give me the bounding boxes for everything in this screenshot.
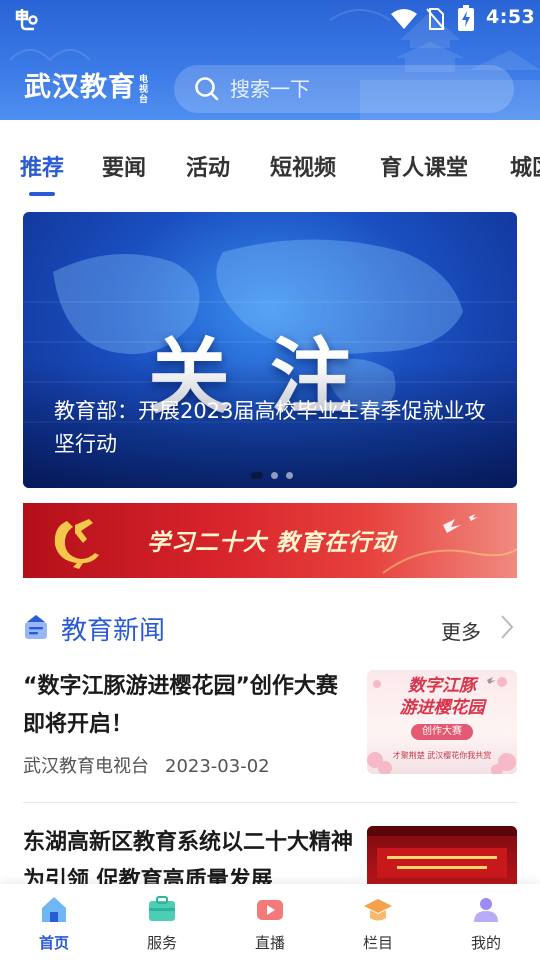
- live-icon: [257, 900, 283, 920]
- news-title: “数字江豚游进樱花园”创作大赛即将开启！: [23, 674, 338, 737]
- news-date: 2023-03-02: [165, 756, 270, 777]
- status-time: 4:53: [486, 6, 536, 28]
- news-section-header: 教育新闻 更多: [23, 606, 517, 650]
- carousel-dot[interactable]: [286, 472, 293, 479]
- status-bar: 4:53: [0, 0, 540, 38]
- profile-icon: [474, 898, 498, 922]
- bottom-navigation: 首页 服务 直播 栏目 我的: [0, 884, 540, 960]
- carousel-dot-active[interactable]: [251, 472, 263, 479]
- brand-name: 武汉教育: [24, 72, 136, 103]
- hero-carousel[interactable]: 关注 教育部：开展2023届高校毕业生春季促就业攻坚行动: [23, 212, 517, 488]
- active-tab-indicator: [29, 192, 55, 196]
- search-input[interactable]: [230, 77, 480, 101]
- category-tabs: 推荐 要闻 活动 短视频 育人课堂 城区: [0, 120, 540, 200]
- section-title: 教育新闻: [61, 616, 166, 646]
- nav-label: 直播: [254, 934, 285, 952]
- nav-home[interactable]: 首页: [0, 884, 108, 960]
- nav-live[interactable]: 直播: [216, 884, 324, 960]
- news-source: 武汉教育电视台: [23, 756, 149, 777]
- search-icon: [195, 77, 219, 101]
- banner-caption: 教育部：开展2023届高校毕业生春季促就业攻坚行动: [54, 399, 486, 456]
- carousel-pagination: [251, 472, 293, 480]
- services-icon: [149, 896, 175, 921]
- news-meta: 武汉教育电视台 2023-03-02: [23, 752, 270, 778]
- news-thumbnail: 数字江豚 游进樱花园 创作大赛 才聚荆楚 武汉樱花你我共赏: [367, 670, 517, 774]
- thumb-title-line1: 数字江豚: [408, 676, 476, 696]
- tab-headlines[interactable]: 要闻: [102, 150, 146, 182]
- no-sim-icon: [426, 8, 445, 30]
- thumb-badge: 创作大赛: [411, 724, 473, 740]
- promo-banner[interactable]: 学习二十大 教育在行动: [23, 503, 517, 578]
- tab-recommend[interactable]: 推荐: [20, 150, 64, 182]
- tab-district[interactable]: 城区: [510, 150, 540, 182]
- carousel-dot[interactable]: [271, 472, 278, 479]
- columns-icon: [364, 899, 392, 921]
- tab-short-video[interactable]: 短视频: [270, 150, 336, 182]
- nav-label: 栏目: [362, 934, 393, 952]
- promo-banner-text: 学习二十大 教育在行动: [147, 530, 397, 556]
- wifi-icon: [391, 9, 417, 29]
- search-box[interactable]: [174, 65, 514, 113]
- brand-subtitle: 电视台: [139, 75, 149, 105]
- battery-charging-icon: [458, 5, 474, 31]
- thumb-title-line2: 游进樱花园: [399, 698, 485, 718]
- more-link[interactable]: 更多: [441, 616, 481, 645]
- app-header: 4:53 武汉教育 电视台: [0, 0, 540, 120]
- nav-profile[interactable]: 我的: [432, 884, 540, 960]
- tab-activities[interactable]: 活动: [186, 150, 230, 182]
- nav-label: 服务: [146, 934, 177, 952]
- news-section-icon: [25, 615, 47, 639]
- home-icon: [42, 897, 66, 922]
- nav-label: 我的: [470, 934, 501, 952]
- list-divider: [23, 802, 517, 803]
- nav-services[interactable]: 服务: [108, 884, 216, 960]
- app-notification-icon: [15, 9, 38, 31]
- news-list-item[interactable]: “数字江豚游进樱花园”创作大赛即将开启！ 武汉教育电视台 2023-03-02 数…: [23, 668, 517, 780]
- nav-label: 首页: [38, 934, 69, 952]
- tab-education-class[interactable]: 育人课堂: [380, 150, 468, 182]
- brand-logo: 武汉教育 电视台: [24, 70, 150, 108]
- chevron-right-icon[interactable]: [499, 614, 515, 640]
- thumb-footer: 才聚荆楚 武汉樱花你我共赏: [392, 751, 492, 760]
- nav-columns[interactable]: 栏目: [324, 884, 432, 960]
